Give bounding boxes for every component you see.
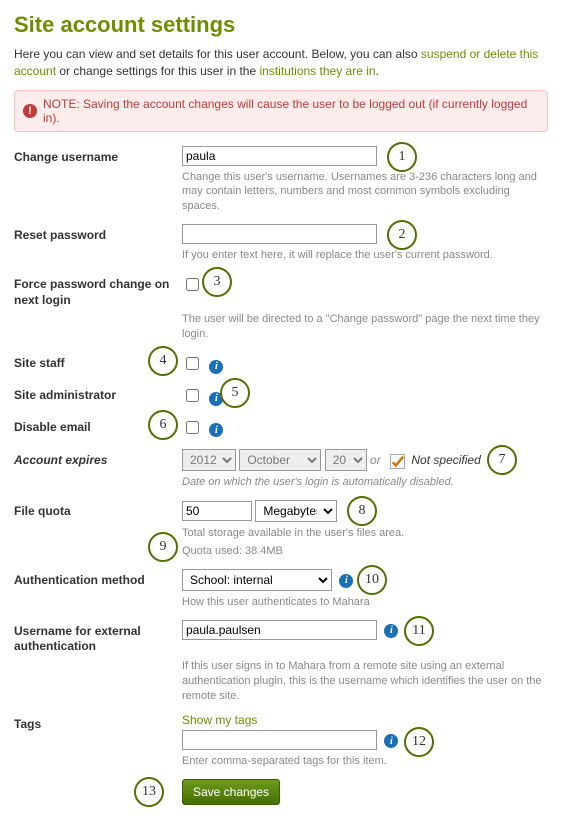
annotation-9: 9 bbox=[148, 532, 178, 562]
file-quota-input[interactable] bbox=[182, 501, 252, 521]
annotation-7: 7 bbox=[487, 445, 517, 475]
force-password-checkbox[interactable] bbox=[186, 278, 199, 291]
save-changes-button[interactable]: Save changes bbox=[182, 779, 280, 805]
account-expires-help: Date on which the user's login is automa… bbox=[182, 475, 548, 490]
site-admin-checkbox[interactable] bbox=[186, 389, 199, 402]
disable-email-checkbox[interactable] bbox=[186, 421, 199, 434]
force-password-label: Force password change on next login bbox=[14, 273, 182, 308]
intro-text: Here you can view and set details for th… bbox=[14, 46, 548, 80]
site-admin-label: Site administrator bbox=[14, 384, 182, 402]
info-icon[interactable]: i bbox=[384, 734, 398, 748]
not-specified-checkbox[interactable] bbox=[390, 454, 405, 469]
expires-day-select[interactable]: 20 bbox=[325, 449, 367, 471]
logout-warning: ! NOTE: Saving the account changes will … bbox=[14, 90, 548, 132]
info-icon[interactable]: i bbox=[384, 624, 398, 638]
tags-input[interactable] bbox=[182, 730, 377, 750]
info-icon[interactable]: i bbox=[339, 574, 353, 588]
reset-password-help: If you enter text here, it will replace … bbox=[182, 248, 548, 263]
tags-label: Tags bbox=[14, 713, 182, 731]
force-password-help: The user will be directed to a "Change p… bbox=[182, 312, 548, 342]
auth-method-select[interactable]: School: internal bbox=[182, 569, 332, 591]
institutions-link[interactable]: institutions they are in bbox=[259, 64, 375, 78]
change-username-label: Change username bbox=[14, 146, 182, 164]
show-my-tags-link[interactable]: Show my tags bbox=[182, 713, 257, 727]
annotation-12: 12 bbox=[404, 727, 434, 757]
annotation-11: 11 bbox=[404, 616, 434, 646]
file-quota-help2: Quota used: 38.4MB bbox=[182, 544, 548, 559]
change-username-help: Change this user's username. Usernames a… bbox=[182, 170, 548, 215]
auth-method-help: How this user authenticates to Mahara bbox=[182, 595, 548, 610]
account-expires-label: Account expires bbox=[14, 449, 182, 467]
page-title: Site account settings bbox=[14, 12, 548, 38]
file-quota-unit-select[interactable]: Megabytes bbox=[255, 500, 337, 522]
not-specified-label: Not specified bbox=[411, 453, 480, 467]
auth-method-label: Authentication method bbox=[14, 569, 182, 587]
ext-username-help: If this user signs in to Mahara from a r… bbox=[182, 659, 548, 704]
file-quota-label: File quota bbox=[14, 500, 182, 518]
annotation-5: 5 bbox=[220, 378, 250, 408]
info-icon[interactable]: i bbox=[209, 423, 223, 437]
or-text: or bbox=[370, 453, 381, 467]
annotation-4: 4 bbox=[148, 346, 178, 376]
annotation-13: 13 bbox=[134, 777, 164, 807]
ext-username-input[interactable] bbox=[182, 620, 377, 640]
annotation-3: 3 bbox=[202, 267, 232, 297]
annotation-2: 2 bbox=[387, 220, 417, 250]
annotation-6: 6 bbox=[148, 410, 178, 440]
annotation-1: 1 bbox=[387, 142, 417, 172]
info-icon[interactable]: i bbox=[209, 360, 223, 374]
expires-year-select[interactable]: 2012 bbox=[182, 449, 236, 471]
change-username-input[interactable] bbox=[182, 146, 377, 166]
reset-password-label: Reset password bbox=[14, 224, 182, 242]
alert-icon: ! bbox=[23, 104, 37, 118]
expires-month-select[interactable]: October bbox=[239, 449, 321, 471]
annotation-8: 8 bbox=[347, 496, 377, 526]
reset-password-input[interactable] bbox=[182, 224, 377, 244]
site-staff-checkbox[interactable] bbox=[186, 357, 199, 370]
annotation-10: 10 bbox=[357, 565, 387, 595]
ext-username-label: Username for external authentication bbox=[14, 620, 182, 655]
file-quota-help1: Total storage available in the user's fi… bbox=[182, 526, 548, 541]
tags-help: Enter comma-separated tags for this item… bbox=[182, 754, 548, 769]
